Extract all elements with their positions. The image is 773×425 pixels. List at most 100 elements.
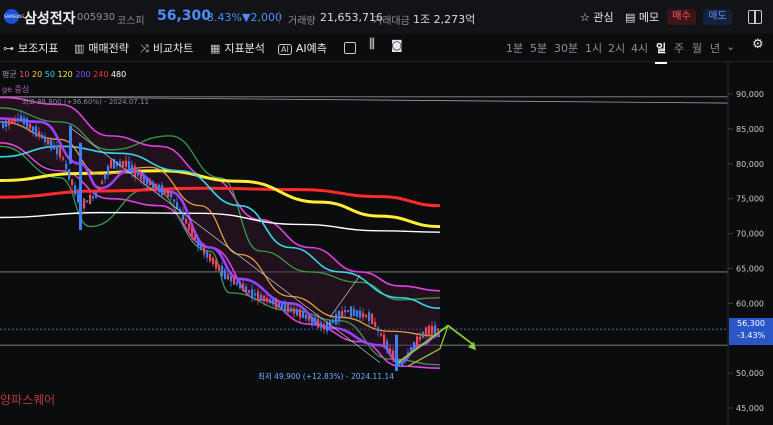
strategy-button[interactable]: ▥ 매매전략	[74, 40, 129, 56]
axis-tick-label: 90,000	[736, 90, 764, 99]
stock-name[interactable]: 삼성전자	[24, 8, 76, 28]
candle	[74, 185, 77, 195]
candle	[317, 318, 320, 328]
candle	[161, 185, 164, 196]
ai-predict-button[interactable]: AI AI예측	[278, 40, 327, 56]
candle	[296, 309, 299, 316]
candle	[245, 286, 248, 293]
candle	[146, 179, 149, 185]
candle	[320, 322, 323, 328]
candle	[275, 298, 278, 309]
period-2hour[interactable]: 2시	[608, 40, 625, 56]
candle	[389, 348, 392, 353]
candle	[269, 298, 272, 303]
sell-button[interactable]: 매도	[703, 9, 732, 25]
high-annotation: 최고 88,800 (+36.60%) - 2024.07.11	[22, 98, 149, 106]
candle	[164, 190, 167, 194]
ma-480: 480	[110, 70, 127, 79]
candle	[278, 303, 281, 307]
period-year[interactable]: 년	[710, 40, 720, 56]
candle	[305, 314, 308, 319]
last-price-tag: 56,300 -3.43%	[729, 318, 773, 345]
checkbox-icon[interactable]	[344, 42, 356, 54]
candle	[293, 308, 296, 314]
candle	[83, 198, 86, 209]
candle	[152, 181, 155, 189]
candle	[359, 310, 362, 318]
favorite-label: 관심	[593, 11, 614, 24]
candle	[185, 219, 188, 224]
ma-10: 10	[19, 70, 30, 79]
candle	[299, 309, 302, 318]
candle	[215, 260, 218, 269]
chevron-down-icon[interactable]: ⌄	[726, 40, 735, 53]
candle	[332, 320, 335, 323]
candle	[284, 302, 287, 312]
period-4hour[interactable]: 4시	[631, 40, 648, 56]
period-30min[interactable]: 30분	[554, 40, 578, 56]
camera-icon[interactable]: ◙	[391, 38, 403, 52]
watermark: 양파스퀘어	[0, 393, 56, 407]
axis-tick-label: 60,000	[736, 299, 764, 308]
candle	[35, 126, 38, 137]
candle	[68, 169, 71, 180]
candle	[137, 173, 140, 176]
candle	[98, 187, 101, 191]
trend-line	[71, 128, 381, 363]
candle	[155, 183, 158, 191]
period-1hour[interactable]: 1시	[585, 40, 602, 56]
candle	[44, 136, 47, 143]
analysis-button[interactable]: ▦ 지표분석	[210, 40, 265, 56]
candle	[23, 117, 26, 125]
period-day[interactable]: 일	[654, 40, 668, 64]
candle	[266, 298, 269, 302]
compare-button[interactable]: ⤨ 비교차트	[140, 40, 193, 56]
envelope-bands	[0, 96, 441, 370]
analysis-label: 지표분석	[224, 42, 265, 55]
memo-button[interactable]: ▤ 메모	[625, 9, 659, 25]
candle	[110, 160, 113, 168]
period-week[interactable]: 주	[674, 40, 684, 56]
candle	[410, 347, 413, 351]
candle	[14, 118, 17, 123]
candle-type-icon[interactable]: ⫼	[369, 37, 375, 52]
candle	[17, 118, 20, 121]
gear-icon[interactable]: ⚙	[752, 37, 764, 52]
price-axis: 90,000 85,000 80,000 75,000 70,000 65,000 60,0…	[727, 62, 764, 425]
chart-toolbar: ⊶ 보조지표 ▥ 매매전략 ⤨ 비교차트 ▦ 지표분석 AI AI예측 ⫼ ◙ 1분 5분…	[0, 34, 773, 64]
buy-button[interactable]: 매수	[667, 9, 696, 25]
candle	[173, 199, 176, 202]
change-percent: -3.43%	[203, 11, 242, 24]
candle	[29, 123, 32, 129]
candle	[260, 294, 263, 300]
candle	[413, 342, 416, 349]
candle	[239, 281, 242, 289]
candle	[197, 238, 200, 247]
candle	[233, 277, 236, 285]
indicator-button[interactable]: ⊶ 보조지표	[3, 40, 58, 56]
candle	[134, 166, 137, 177]
candle	[32, 126, 35, 132]
candle	[227, 274, 230, 280]
candle	[326, 322, 329, 332]
ai-predict-label: AI예측	[295, 42, 327, 55]
candle	[371, 314, 374, 324]
candle	[59, 147, 62, 158]
period-month[interactable]: 월	[692, 40, 702, 56]
candle	[242, 283, 245, 292]
period-1min[interactable]: 1분	[506, 40, 523, 56]
candle	[125, 160, 128, 167]
axis-tick-label: 50,000	[736, 369, 764, 378]
period-5min[interactable]: 5분	[530, 40, 547, 56]
candle	[167, 190, 170, 197]
candle	[353, 309, 356, 316]
candle	[92, 196, 95, 199]
candle	[140, 174, 143, 180]
axis-tick-label: 65,000	[736, 264, 764, 273]
candle	[50, 139, 53, 150]
ma-legend: 평균 10 20 50 120 200 240 480	[2, 69, 126, 80]
side-panel-icon[interactable]	[748, 10, 762, 24]
candle	[236, 281, 239, 285]
favorite-button[interactable]: ☆ 관심	[580, 9, 614, 25]
candle	[281, 303, 284, 309]
